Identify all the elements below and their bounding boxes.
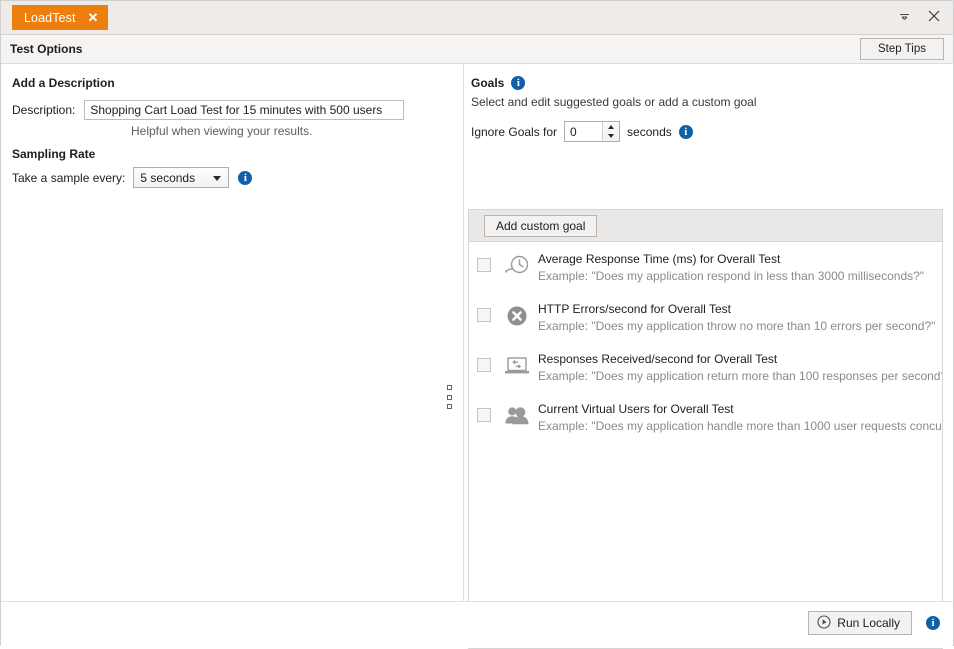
goal-name: Current Virtual Users for Overall Test — [538, 402, 734, 416]
goal-example: Example: "Does my application throw no m… — [538, 319, 936, 333]
goal-checkbox[interactable] — [477, 358, 491, 372]
run-locally-button[interactable]: Run Locally — [808, 611, 912, 635]
run-locally-label: Run Locally — [837, 616, 900, 630]
error-circle-icon — [503, 302, 531, 330]
users-icon — [503, 402, 531, 430]
ignore-goals-unit: seconds — [627, 124, 672, 139]
goal-checkbox[interactable] — [477, 408, 491, 422]
goal-list-item[interactable]: Average Response Time (ms) for Overall T… — [469, 249, 942, 299]
goals-panel: Add custom goal Average Response Time (m… — [468, 209, 943, 649]
left-pane: Add a Description Description: Helpful w… — [1, 64, 449, 648]
goals-header: Goals i — [471, 76, 954, 90]
ignore-goals-stepper[interactable] — [564, 121, 621, 142]
sampling-rate-info-icon[interactable]: i — [238, 170, 253, 185]
step-tips-button[interactable]: Step Tips — [860, 38, 944, 60]
close-icon[interactable] — [921, 5, 947, 27]
tab-loadtest[interactable]: LoadTest ✕ — [12, 5, 109, 30]
goal-list-item[interactable]: Current Virtual Users for Overall Test E… — [469, 399, 942, 449]
run-controls: Run Locally i — [808, 611, 940, 635]
clock-response-time-icon — [503, 252, 531, 280]
add-description-heading: Add a Description — [12, 76, 115, 90]
laptop-responses-icon — [503, 352, 531, 380]
sampling-rate-label: Take a sample every: — [12, 170, 126, 185]
goal-example: Example: "Does my application return mor… — [538, 369, 942, 383]
goals-list: Average Response Time (ms) for Overall T… — [469, 242, 942, 634]
content-area: Add a Description Description: Helpful w… — [1, 64, 954, 649]
goal-list-item[interactable]: Responses Received/second for Overall Te… — [469, 349, 942, 399]
page-title: Test Options — [10, 42, 83, 56]
chevron-down-icon — [213, 175, 222, 181]
description-hint: Helpful when viewing your results. — [131, 124, 313, 138]
window-controls — [891, 5, 947, 27]
sampling-rate-select[interactable]: 5 seconds — [133, 167, 230, 188]
goals-heading: Goals — [471, 76, 505, 90]
add-custom-goal-button[interactable]: Add custom goal — [484, 214, 598, 237]
goal-text: Responses Received/second for Overall Te… — [538, 349, 942, 385]
test-options-window: LoadTest ✕ Test Options Step Tips Add a … — [0, 0, 954, 649]
goal-checkbox[interactable] — [477, 258, 491, 272]
pane-splitter-handle[interactable] — [445, 385, 454, 409]
goal-text: Current Virtual Users for Overall Test E… — [538, 399, 942, 435]
sampling-rate-row: Take a sample every: 5 seconds i — [12, 167, 449, 188]
title-bar: LoadTest ✕ — [1, 1, 953, 35]
description-label: Description: — [12, 103, 76, 117]
stepper-down-icon[interactable] — [603, 132, 619, 142]
tab-loadtest-label: LoadTest — [24, 10, 76, 25]
goal-name: Responses Received/second for Overall Te… — [538, 352, 778, 366]
description-input[interactable] — [84, 100, 405, 120]
sampling-rate-heading: Sampling Rate — [12, 147, 96, 161]
goals-toolbar: Add custom goal — [469, 210, 942, 242]
ignore-goals-row: Ignore Goals for seconds i — [471, 121, 954, 142]
chevron-down-icon[interactable] — [891, 5, 917, 27]
goal-example: Example: "Does my application respond in… — [538, 269, 925, 283]
sub-header: Test Options Step Tips — [1, 35, 953, 64]
goals-subtitle: Select and edit suggested goals or add a… — [471, 95, 757, 109]
goal-list-item[interactable]: HTTP Errors/second for Overall Test Exam… — [469, 299, 942, 349]
right-pane: Goals i Select and edit suggested goals … — [464, 64, 954, 649]
description-row: Description: — [12, 100, 449, 120]
goal-text: HTTP Errors/second for Overall Test Exam… — [538, 299, 935, 335]
goal-name: HTTP Errors/second for Overall Test — [538, 302, 731, 316]
goal-name: Average Response Time (ms) for Overall T… — [538, 252, 781, 266]
goal-example: Example: "Does my application handle mor… — [538, 419, 942, 433]
stepper-up-icon[interactable] — [603, 122, 619, 132]
sampling-rate-value: 5 seconds — [140, 170, 196, 185]
ignore-goals-label: Ignore Goals for — [471, 124, 558, 139]
tab-close-icon[interactable]: ✕ — [88, 11, 99, 24]
stepper-buttons — [602, 122, 620, 142]
goal-checkbox[interactable] — [477, 308, 491, 322]
ignore-goals-info-icon[interactable]: i — [678, 124, 693, 139]
goal-text: Average Response Time (ms) for Overall T… — [538, 249, 924, 285]
play-circle-icon — [817, 614, 831, 632]
goals-info-icon[interactable]: i — [511, 76, 526, 90]
footer-bar: Run Locally i — [1, 601, 953, 648]
run-info-icon[interactable]: i — [926, 616, 940, 630]
